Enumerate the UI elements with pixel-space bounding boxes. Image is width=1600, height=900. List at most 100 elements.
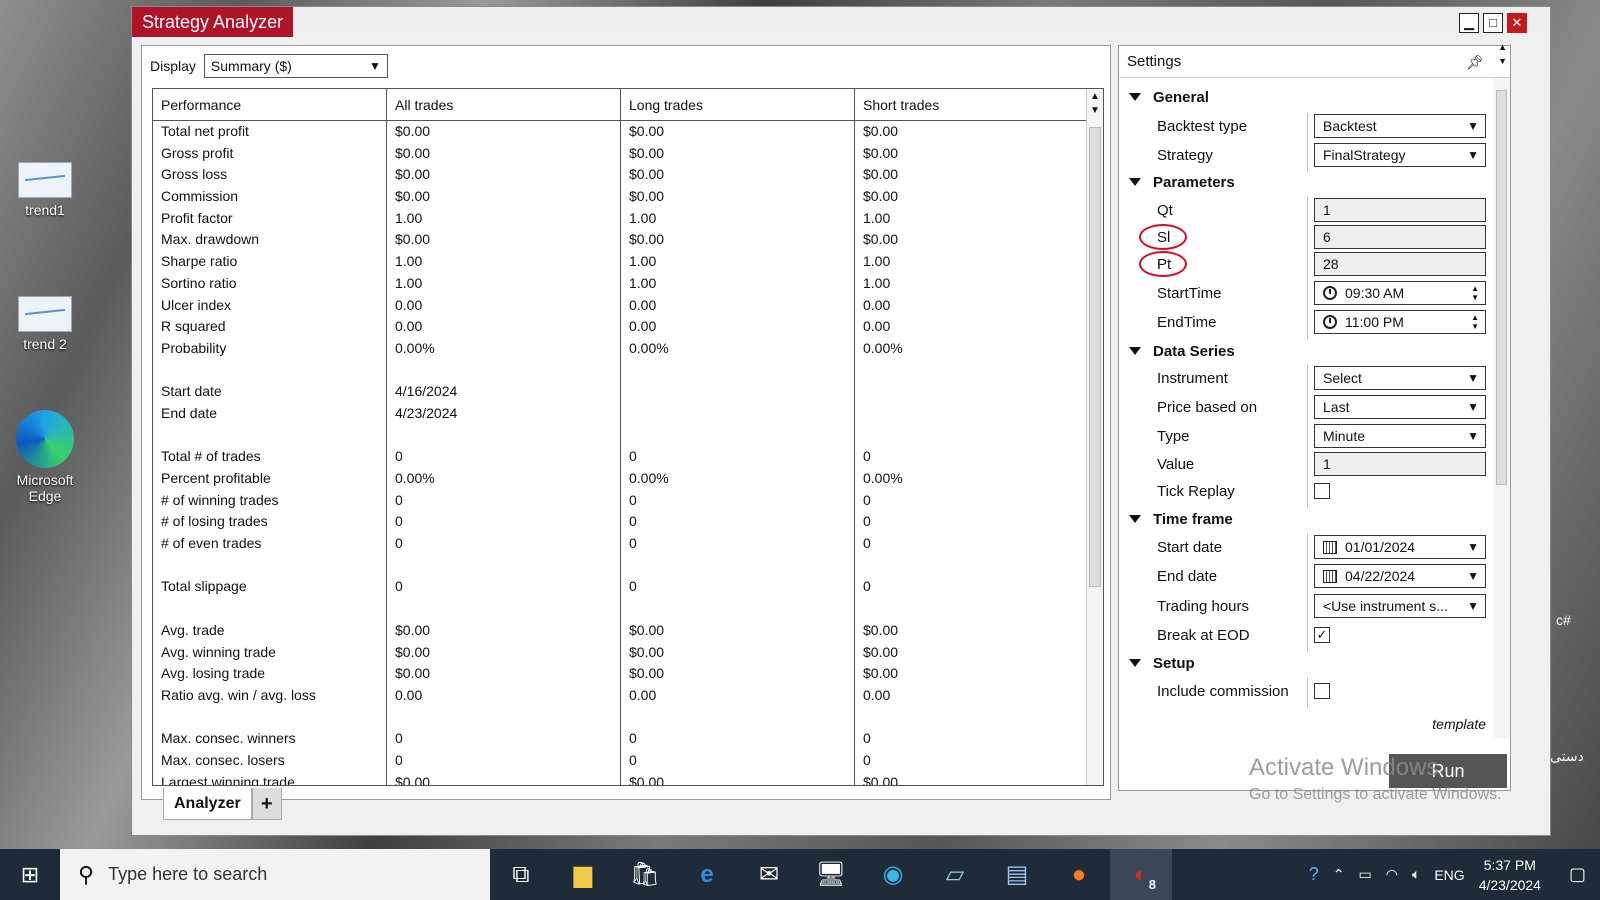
spinner-icon[interactable]: ▲ ▼ (1471, 284, 1479, 302)
column-header-long-trades[interactable]: Long trades (621, 89, 855, 120)
column-header-short-trades[interactable]: Short trades (855, 89, 1087, 120)
table-row[interactable]: Max. consec. losers 0 0 0 (153, 749, 1087, 772)
table-row[interactable]: Avg. trade $0.00 $0.00 $0.00 (153, 619, 1087, 642)
battery-icon[interactable]: ▭ (1358, 866, 1371, 883)
taskbar-clock[interactable]: 5:37 PM 4/23/2024 (1479, 855, 1541, 895)
tick-replay-checkbox[interactable] (1314, 483, 1330, 499)
table-row[interactable]: # of losing trades 0 0 0 (153, 511, 1087, 534)
scrollbar-thumb[interactable] (1496, 90, 1507, 485)
table-row[interactable]: End date 4/23/2024 (153, 402, 1087, 425)
end-date-picker[interactable]: 04/22/2024 ▼ (1314, 564, 1486, 588)
section-setup[interactable]: Setup (1119, 650, 1495, 676)
table-row[interactable] (153, 359, 1087, 382)
table-row[interactable]: Avg. winning trade $0.00 $0.00 $0.00 (153, 641, 1087, 664)
scroll-down-icon[interactable]: ▼ (1087, 105, 1103, 116)
table-row[interactable]: Percent profitable 0.00% 0.00% 0.00% (153, 468, 1087, 490)
table-row[interactable]: Sortino ratio 1.00 1.00 1.00 (153, 272, 1087, 295)
start-time-picker[interactable]: 09:30 AM ▲ ▼ (1314, 281, 1486, 305)
table-row[interactable] (153, 706, 1087, 729)
close-button[interactable]: ✕ (1507, 13, 1527, 33)
strategy-select[interactable]: FinalStrategy ▼ (1314, 143, 1486, 167)
table-row[interactable]: Total net profit $0.00 $0.00 $0.00 (153, 121, 1087, 143)
section-data-series[interactable]: Data Series (1119, 338, 1495, 364)
scroll-up-icon[interactable]: ▲ (1087, 91, 1103, 102)
table-row[interactable]: Ratio avg. win / avg. loss 0.00 0.00 0.00 (153, 684, 1087, 707)
section-parameters[interactable]: Parameters (1119, 169, 1495, 195)
wifi-icon[interactable]: ◠ (1386, 866, 1398, 883)
desktop-icon-trend2[interactable]: trend 2 (10, 296, 80, 352)
notepad-icon[interactable]: ▱ (924, 849, 986, 900)
break-at-eod-checkbox[interactable]: ✓ (1314, 627, 1330, 643)
table-row[interactable]: Total slippage 0 0 0 (153, 576, 1087, 599)
settings-scrollbar[interactable] (1493, 78, 1510, 738)
instrument-select[interactable]: Select ▼ (1314, 366, 1486, 390)
table-row[interactable]: # of winning trades 0 0 0 (153, 489, 1087, 512)
section-general[interactable]: General (1119, 84, 1495, 110)
table-row[interactable]: Commission $0.00 $0.00 $0.00 (153, 186, 1087, 208)
add-tab-button[interactable]: + (251, 788, 282, 820)
minimize-button[interactable]: ▁ (1459, 13, 1479, 33)
pin-icon[interactable]: 📌︎ (1466, 46, 1484, 78)
taskbar-search-box[interactable]: ⚲ Type here to search (60, 849, 490, 900)
windows-start-icon[interactable]: ⊞ (0, 849, 60, 900)
table-row[interactable]: Gross profit $0.00 $0.00 $0.00 (153, 142, 1087, 165)
microsoft-store-icon[interactable]: 🛍︎ (614, 849, 676, 900)
table-row[interactable]: Start date 4/16/2024 (153, 381, 1087, 403)
sl-input[interactable]: 6 (1314, 225, 1486, 249)
table-row[interactable]: Largest winning trade $0.00 $0.00 $0.00 (153, 771, 1087, 785)
start-date-picker[interactable]: 01/01/2024 ▼ (1314, 535, 1486, 559)
maximize-button[interactable]: □ (1483, 13, 1503, 33)
table-row[interactable]: R squared 0.00 0.00 0.00 (153, 316, 1087, 338)
help-icon[interactable]: ? (1309, 864, 1319, 885)
pt-input[interactable]: 28 (1314, 252, 1486, 276)
type-select[interactable]: Minute ▼ (1314, 424, 1486, 448)
template-link[interactable]: template (1432, 716, 1486, 732)
table-row[interactable]: Sharpe ratio 1.00 1.00 1.00 (153, 251, 1087, 273)
qt-input[interactable]: 1 (1314, 198, 1486, 222)
display-select[interactable]: Summary ($) ▼ (203, 54, 388, 78)
table-row[interactable]: Avg. losing trade $0.00 $0.00 $0.00 (153, 663, 1087, 685)
ninjatrader-icon[interactable]: ◐ 8 (1110, 849, 1172, 900)
table-row[interactable] (153, 598, 1087, 620)
desktop-icon-edge[interactable]: Microsoft Edge (10, 410, 80, 504)
table-row[interactable]: Max. drawdown $0.00 $0.00 $0.00 (153, 229, 1087, 252)
chevron-up-icon[interactable]: ⌃ (1333, 866, 1345, 883)
language-indicator[interactable]: ENG (1434, 867, 1464, 883)
column-header-all-trades[interactable]: All trades (387, 89, 621, 120)
firefox-icon[interactable]: ● (1048, 849, 1110, 900)
table-row[interactable] (153, 554, 1087, 577)
price-based-on-select[interactable]: Last ▼ (1314, 395, 1486, 419)
remote-desktop-icon[interactable]: 🖥︎ (800, 849, 862, 900)
table-row[interactable]: Ulcer index 0.00 0.00 0.00 (153, 294, 1087, 317)
notification-icon[interactable]: ▢ (1569, 864, 1586, 885)
desktop-icon-trend1[interactable]: trend1 (10, 162, 80, 218)
table-row[interactable] (153, 424, 1087, 447)
mail-icon[interactable]: ✉ (738, 849, 800, 900)
title-bar[interactable]: Strategy Analyzer ▁ □ ✕ (132, 7, 1550, 37)
section-time-frame[interactable]: Time frame (1119, 506, 1495, 532)
scrollbar-thumb[interactable] (1089, 127, 1101, 587)
run-button[interactable]: Run (1389, 754, 1507, 788)
table-row[interactable]: Probability 0.00% 0.00% 0.00% (153, 337, 1087, 360)
table-scrollbar[interactable]: ▲ ▼ (1086, 89, 1103, 785)
edge-icon[interactable]: ◉ (862, 849, 924, 900)
trading-hours-select[interactable]: <Use instrument s... ▼ (1314, 594, 1486, 618)
table-row[interactable]: Gross loss $0.00 $0.00 $0.00 (153, 164, 1087, 187)
column-header-performance[interactable]: Performance (153, 89, 387, 120)
include-commission-checkbox[interactable] (1314, 683, 1330, 699)
table-row[interactable]: Max. consec. winners 0 0 0 (153, 728, 1087, 750)
tab-analyzer[interactable]: Analyzer (163, 788, 252, 820)
backtest-type-select[interactable]: Backtest ▼ (1314, 114, 1486, 138)
value-input[interactable]: 1 (1314, 452, 1486, 476)
end-time-picker[interactable]: 11:00 PM ▲ ▼ (1314, 310, 1486, 334)
edge-legacy-icon[interactable]: e (676, 849, 738, 900)
file-explorer-icon[interactable]: ▆ (552, 849, 614, 900)
table-row[interactable]: # of even trades 0 0 0 (153, 533, 1087, 555)
spinner-icon[interactable]: ▲ ▼ (1471, 313, 1479, 331)
panel-scroll-up-icon[interactable]: ▲ ▼ (1498, 40, 1507, 68)
table-row[interactable]: Profit factor 1.00 1.00 1.00 (153, 207, 1087, 230)
table-row[interactable]: Total # of trades 0 0 0 (153, 446, 1087, 468)
volume-icon[interactable]: 🔈︎ (1412, 866, 1420, 883)
paint-icon[interactable]: ▤ (986, 849, 1048, 900)
task-view-icon[interactable]: ⧉ (490, 849, 552, 900)
